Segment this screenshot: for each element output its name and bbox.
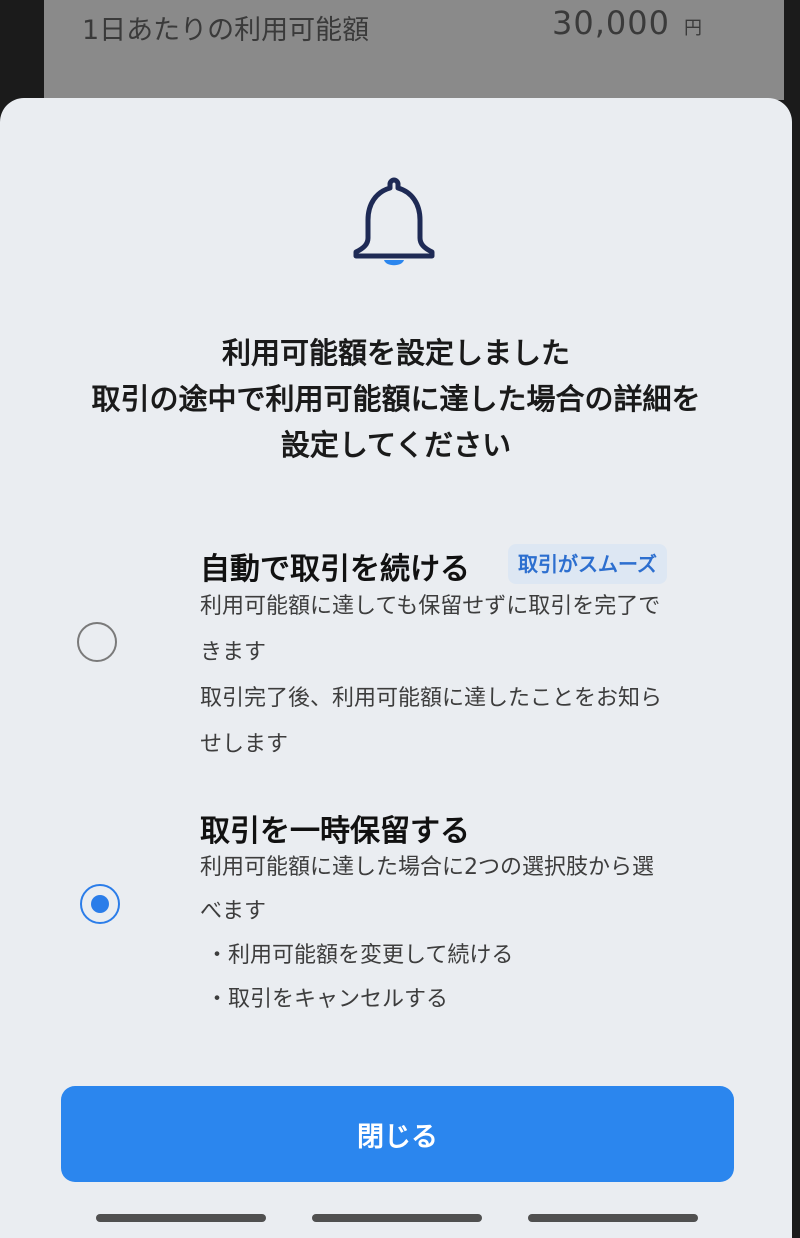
list-item: ・取引をキャンセルする <box>206 987 449 1012</box>
bell-icon <box>353 177 435 266</box>
description-line: きます <box>200 640 267 665</box>
screen: 1日あたりの利用可能額 30,000 円 利用可能額を設定しました 取引の途中で… <box>0 0 800 1238</box>
nav-bar-segment <box>528 1214 698 1222</box>
heading-line: 取引の途中で利用可能額に達した場合の詳細を <box>91 382 701 416</box>
description-line: せします <box>200 732 289 757</box>
description-line: べます <box>200 899 267 924</box>
daily-limit-unit: 円 <box>684 18 702 39</box>
description-line: 利用可能額に達した場合に2つの選択肢から選 <box>200 855 654 880</box>
sheet-heading: 利用可能額を設定しました 取引の途中で利用可能額に達した場合の詳細を 設定してく… <box>0 330 792 468</box>
bottom-sheet: 利用可能額を設定しました 取引の途中で利用可能額に達した場合の詳細を 設定してく… <box>0 98 792 1238</box>
nav-bar-segment <box>96 1214 266 1222</box>
heading-line: 設定してください <box>280 428 512 462</box>
option-hold-transaction-description: 利用可能額に達した場合に2つの選択肢から選 べます <box>200 846 720 934</box>
list-item: ・利用可能額を変更して続ける <box>206 943 514 968</box>
radio-hold-transaction[interactable] <box>80 884 120 924</box>
radio-auto-continue[interactable] <box>77 622 117 662</box>
option-auto-continue-description: 利用可能額に達しても保留せずに取引を完了で きます 取引完了後、利用可能額に達し… <box>200 584 720 768</box>
option-auto-continue-title[interactable]: 自動で取引を続ける <box>200 544 470 588</box>
option-hold-transaction-title[interactable]: 取引を一時保留する <box>200 806 470 850</box>
nav-bar-segment <box>312 1214 482 1222</box>
smooth-badge: 取引がスムーズ <box>508 544 667 584</box>
daily-limit-amount: 30,000 <box>552 4 670 42</box>
description-line: 取引完了後、利用可能額に達したことをお知ら <box>200 686 663 711</box>
daily-limit-label: 1日あたりの利用可能額 <box>82 15 370 46</box>
description-line: 利用可能額に達しても保留せずに取引を完了で <box>200 594 661 619</box>
hold-options-list: ・利用可能額を変更して続ける ・取引をキャンセルする <box>206 934 513 1022</box>
heading-line: 利用可能額を設定しました <box>221 336 570 370</box>
close-button[interactable]: 閉じる <box>61 1086 734 1182</box>
